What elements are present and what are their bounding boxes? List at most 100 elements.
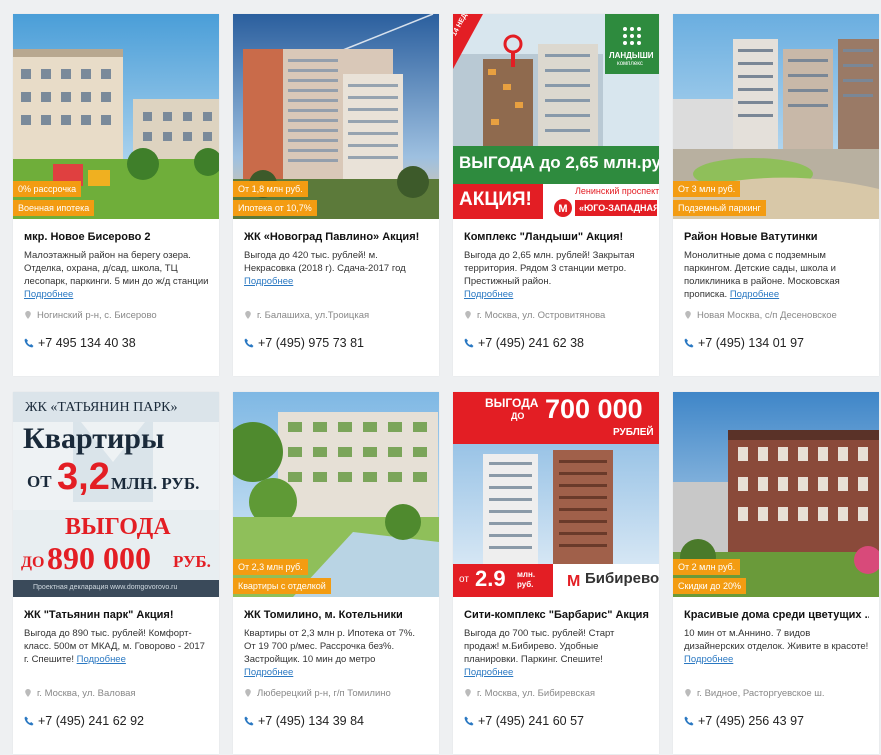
listing-address: г. Москва, ул. Островитянова	[464, 310, 605, 321]
listing-card[interactable]: М 14 НЕДЕЛЬ ДО ВЫДАЧИ ЛАНДЫШИ комплекс В…	[453, 14, 659, 376]
promo-ot: от	[459, 574, 469, 585]
more-link[interactable]: Подробнее	[464, 667, 513, 678]
promo-vygoda: ВЫГОДА	[65, 514, 171, 540]
promo-price: 2.9	[475, 566, 506, 591]
promo-brand: ЛАНДЫШИ	[609, 51, 654, 60]
listing-photo[interactable]: М 14 НЕДЕЛЬ ДО ВЫДАЧИ ЛАНДЫШИ комплекс В…	[453, 14, 659, 219]
more-link[interactable]: Подробнее	[77, 654, 126, 665]
listing-phone[interactable]: +7 (495) 241 62 92	[24, 714, 144, 728]
listing-phone[interactable]: +7 (495) 134 01 97	[684, 336, 804, 350]
promo-unit: МЛН. РУБ.	[111, 474, 200, 493]
location-pin-icon	[25, 689, 31, 697]
listing-card[interactable]: ЖК «ТАТЬЯНИН ПАРК» Квартиры ОТ 3,2 МЛН. …	[13, 392, 219, 754]
listing-card[interactable]: От 3 млн руб. Подземный паркинг Район Но…	[673, 14, 879, 376]
price-badge: От 2 млн руб.	[673, 559, 741, 575]
listing-description: Малоэтажный район на берегу озера. Отдел…	[24, 250, 209, 300]
svg-text:M: M	[567, 573, 580, 590]
listing-phone[interactable]: +7 (495) 975 73 81	[244, 336, 364, 350]
listing-phone[interactable]: +7 (495) 256 43 97	[684, 714, 804, 728]
listing-title[interactable]: Красивые дома среди цветущих ...	[684, 609, 869, 621]
listing-title[interactable]: ЖК Томилино, м. Котельники	[244, 609, 429, 621]
listing-description: 10 мин от м.Аннино. 7 видов дизайнерских…	[684, 628, 869, 665]
phone-icon	[24, 338, 34, 348]
phone-icon	[464, 338, 474, 348]
listing-photo[interactable]: ЖК «ТАТЬЯНИН ПАРК» Квартиры ОТ 3,2 МЛН. …	[13, 392, 219, 597]
listing-card[interactable]: M ВЫГОДА ДО 700 000 РУБЛЕЙ от 2.9 млн. р…	[453, 392, 659, 754]
listing-photo[interactable]: От 3 млн руб. Подземный паркинг	[673, 14, 879, 219]
more-link[interactable]: Подробнее	[244, 667, 293, 678]
promo-akcia: АКЦИЯ!	[459, 189, 532, 210]
listing-title[interactable]: ЖК "Татьянин парк" Акция!	[24, 609, 209, 621]
listing-photo[interactable]: M ВЫГОДА ДО 700 000 РУБЛЕЙ от 2.9 млн. р…	[453, 392, 659, 597]
location-pin-icon	[465, 689, 471, 697]
phone-icon	[684, 338, 694, 348]
listing-address: г. Видное, Расторгуевское ш.	[684, 688, 825, 699]
promo-do: ДО	[511, 411, 525, 421]
listing-description: Выгода до 890 тыс. рублей! Комфорт-класс…	[24, 628, 205, 665]
listing-description: Выгода до 700 тыс. рублей! Старт продаж!…	[464, 628, 615, 678]
listing-phone[interactable]: +7 (495) 241 60 57	[464, 714, 584, 728]
location-pin-icon	[465, 311, 471, 319]
more-link[interactable]: Подробнее	[730, 289, 779, 300]
listing-title[interactable]: Комплекс "Ландыши" Акция!	[464, 231, 649, 243]
listing-description: Монолитные дома с подземным паркингом. Д…	[684, 250, 840, 300]
listing-photo[interactable]: От 2,3 млн руб. Квартиры с отделкой	[233, 392, 439, 597]
more-link[interactable]: Подробнее	[244, 276, 293, 287]
listing-description: Квартиры от 2,3 млн р. Ипотека от 7%. От…	[244, 628, 415, 678]
listing-card[interactable]: От 2,3 млн руб. Квартиры с отделкой ЖК Т…	[233, 392, 439, 754]
promo-rublei: РУБЛЕЙ	[613, 427, 654, 438]
listing-description: Выгода до 420 тыс. рублей! м. Некрасовка…	[244, 250, 406, 287]
phone-icon	[684, 716, 694, 726]
listing-title[interactable]: Район Новые Ватутинки	[684, 231, 869, 243]
promo-rub: РУБ.	[173, 552, 211, 571]
feature-badge: Военная ипотека	[13, 200, 95, 216]
listing-phone[interactable]: +7 (495) 134 39 84	[244, 714, 364, 728]
listing-card[interactable]: От 1,8 млн руб. Ипотека от 10,7% ЖК «Нов…	[233, 14, 439, 376]
feature-badge: Скидки до 20%	[673, 578, 746, 594]
price-badge: От 2,3 млн руб.	[233, 559, 308, 575]
listing-photo[interactable]: От 2 млн руб. Скидки до 20%	[673, 392, 879, 597]
feature-badge: Подземный паркинг	[673, 200, 766, 216]
listing-address: Ногинский р-н, с. Бисерово	[24, 310, 157, 321]
location-pin-icon	[245, 689, 251, 697]
location-pin-icon	[245, 311, 251, 319]
svg-text:М: М	[558, 203, 567, 215]
promo-green-text: ВЫГОДА до 2,65 млн.руб.!	[459, 153, 659, 172]
listing-address: Люберецкий р-н, г/п Томилино	[244, 688, 391, 699]
listing-address: Новая Москва, с/п Десеновское	[684, 310, 837, 321]
promo-line1: Квартиры	[23, 422, 165, 455]
more-link[interactable]: Подробнее	[464, 289, 513, 300]
listing-photo[interactable]: 0% рассрочка Военная ипотека	[13, 14, 219, 219]
price-badge: 0% рассрочка	[13, 181, 82, 197]
promo-amount: 890 000	[47, 540, 151, 576]
promo-amount: 700 000	[545, 394, 643, 424]
price-badge: От 1,8 млн руб.	[233, 181, 308, 197]
price-badge: От 3 млн руб.	[673, 181, 741, 197]
promo-brand-sub: комплекс	[617, 61, 643, 67]
location-pin-icon	[685, 311, 691, 319]
listing-description: Выгода до 2,65 млн. рублей! Закрытая тер…	[464, 250, 635, 300]
listing-grid: 0% рассрочка Военная ипотека мкр. Новое …	[0, 0, 881, 755]
phone-icon	[244, 338, 254, 348]
listing-title[interactable]: ЖК «Новоград Павлино» Акция!	[244, 231, 429, 243]
listing-card[interactable]: От 2 млн руб. Скидки до 20% Красивые дом…	[673, 392, 879, 754]
more-link[interactable]: Подробнее	[24, 289, 73, 300]
phone-icon	[244, 716, 254, 726]
more-link[interactable]: Подробнее	[684, 654, 733, 665]
promo-footer: Проектная декларация www.domgovorovo.ru	[33, 584, 178, 591]
phone-icon	[24, 716, 34, 726]
listing-card[interactable]: 0% рассрочка Военная ипотека мкр. Новое …	[13, 14, 219, 376]
listing-title[interactable]: мкр. Новое Бисерово 2	[24, 231, 209, 243]
listing-title[interactable]: Сити-комплекс "Барбарис" Акция	[464, 609, 649, 621]
listing-phone[interactable]: +7 (495) 241 62 38	[464, 336, 584, 350]
phone-icon	[464, 716, 474, 726]
listing-address: г. Москва, ул. Бибиревская	[464, 688, 595, 699]
location-pin-icon	[25, 311, 31, 319]
promo-head: ЖК «ТАТЬЯНИН ПАРК»	[25, 400, 178, 415]
location-pin-icon	[685, 689, 691, 697]
feature-badge: Ипотека от 10,7%	[233, 200, 317, 216]
listing-photo[interactable]: От 1,8 млн руб. Ипотека от 10,7%	[233, 14, 439, 219]
promo-ot: ОТ	[27, 472, 52, 491]
listing-phone[interactable]: +7 495 134 40 38	[24, 336, 136, 350]
promo-metro: «ЮГО-ЗАПАДНАЯ»	[579, 203, 659, 213]
